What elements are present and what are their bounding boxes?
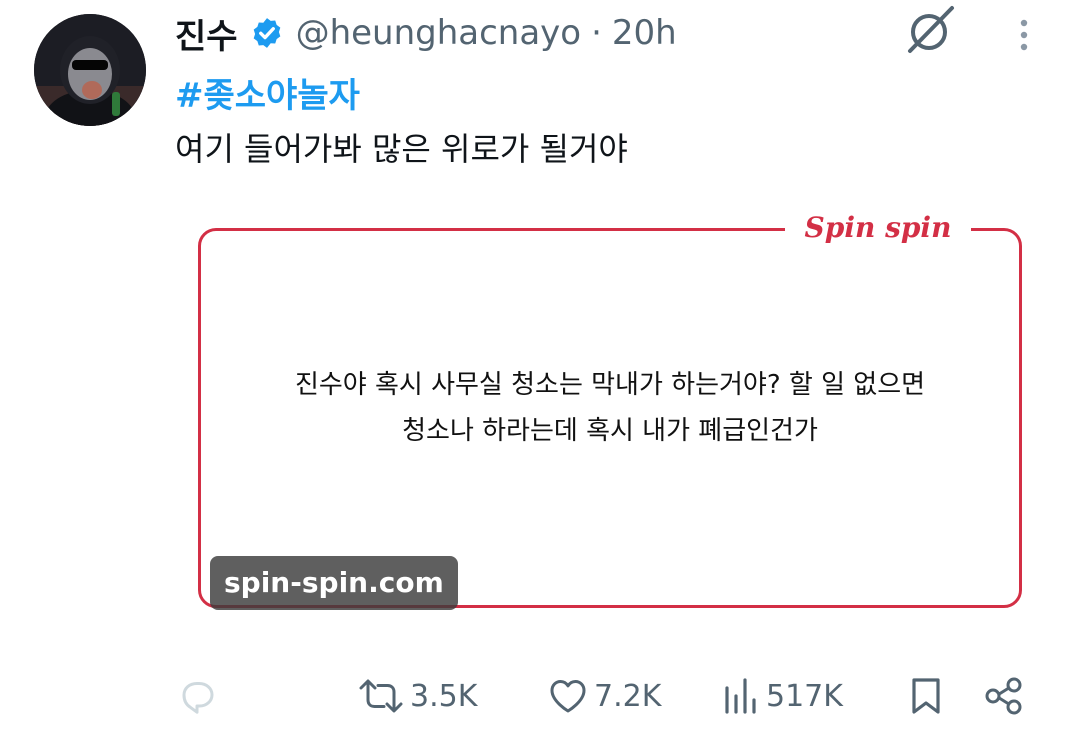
avatar-image xyxy=(34,14,146,126)
hashtag-link[interactable]: #좆소야놀자 xyxy=(175,68,360,117)
retweet-button[interactable]: 3.5K xyxy=(356,670,477,722)
card-brand-logo: Spin spin xyxy=(785,204,971,252)
like-button[interactable]: 7.2K xyxy=(546,670,661,722)
author-handle[interactable]: @heunghacnayo xyxy=(296,13,582,53)
share-button[interactable] xyxy=(982,670,1026,722)
bookmark-icon xyxy=(912,678,940,714)
like-count: 7.2K xyxy=(594,678,662,714)
verified-badge-icon xyxy=(250,16,284,50)
bookmark-button[interactable] xyxy=(908,670,944,722)
card-text-line: 진수야 혹시 사무실 청소는 막내가 하는거야? 할 일 없으면 xyxy=(294,370,926,400)
timestamp[interactable]: 20h xyxy=(612,13,677,53)
author-name[interactable]: 진수 xyxy=(175,9,238,58)
reply-button[interactable] xyxy=(176,670,220,722)
retweet-icon xyxy=(359,679,403,713)
tweet-header: 진수 @heunghacnayo · 20h xyxy=(175,8,677,58)
views-count: 517K xyxy=(766,678,843,714)
retweet-count: 3.5K xyxy=(410,678,478,714)
separator-dot: · xyxy=(591,13,602,53)
grok-icon[interactable] xyxy=(902,4,958,56)
card-domain-label: spin-spin.com xyxy=(210,556,458,610)
card-text-line: 청소나 하라는데 혹시 내가 폐급인건가 xyxy=(402,416,818,446)
views-button[interactable]: 517K xyxy=(722,670,843,722)
more-vertical-icon[interactable] xyxy=(1008,16,1040,56)
heart-icon xyxy=(550,680,586,713)
views-chart-icon xyxy=(725,678,756,714)
reply-icon xyxy=(182,682,214,714)
link-card[interactable]: Spin spin 진수야 혹시 사무실 청소는 막내가 하는거야? 할 일 없… xyxy=(175,190,1043,642)
share-icon xyxy=(985,677,1022,715)
avatar[interactable] xyxy=(34,14,146,126)
card-image-text: 진수야 혹시 사무실 청소는 막내가 하는거야? 할 일 없으면 청소나 하라는… xyxy=(198,362,1022,454)
tweet-text: 여기 들어가봐 많은 위로가 될거야 xyxy=(175,130,628,168)
